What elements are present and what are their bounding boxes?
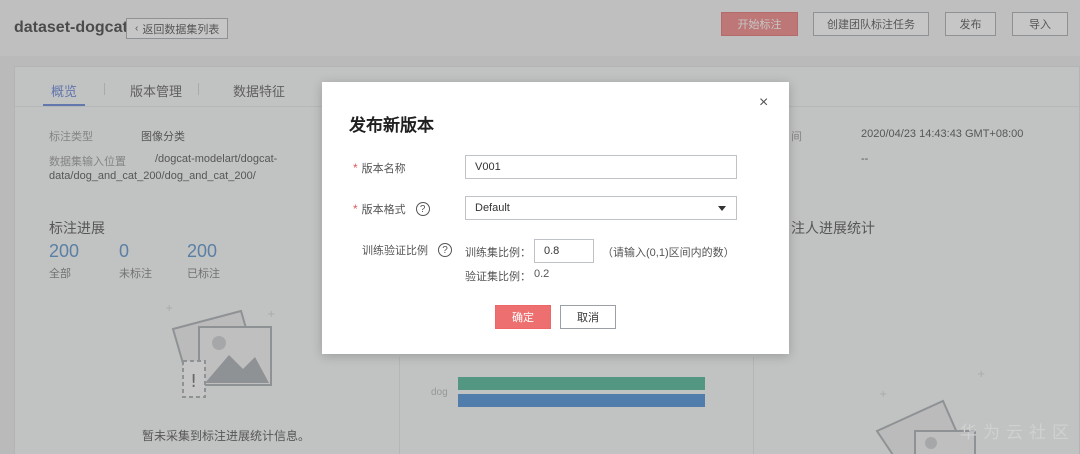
train-ratio-input[interactable]: 0.8 [534,239,594,263]
dialog-title: 发布新版本 [349,116,434,135]
version-format-select[interactable]: Default [465,196,737,220]
train-ratio-label: 训练集比例： [465,247,531,259]
version-name-input[interactable]: V001 [465,155,737,179]
required-asterisk: * [353,202,358,216]
version-name-label: * 版本名称 [353,161,406,175]
watermark-text: 华为云社区 [960,423,1075,442]
version-format-label: * 版本格式 ? [353,201,430,217]
close-icon[interactable]: × [759,94,768,112]
required-asterisk: * [353,161,358,175]
split-ratio-label: 训练验证比例 ? [362,242,452,258]
val-ratio-label: 验证集比例： [465,271,531,283]
val-ratio-value: 0.2 [534,268,550,280]
train-ratio-hint: （请输入(0,1)区间内的数） [602,247,735,259]
confirm-button[interactable]: 确定 [495,305,551,329]
caret-down-icon [718,206,726,211]
help-icon[interactable]: ? [415,202,430,216]
cancel-button[interactable]: 取消 [560,305,616,329]
help-icon[interactable]: ? [438,243,452,257]
version-format-selected-value: Default [475,202,510,214]
publish-version-dialog: 发布新版本 × * 版本名称 V001 * 版本格式 ? Default 训练验… [322,82,789,354]
